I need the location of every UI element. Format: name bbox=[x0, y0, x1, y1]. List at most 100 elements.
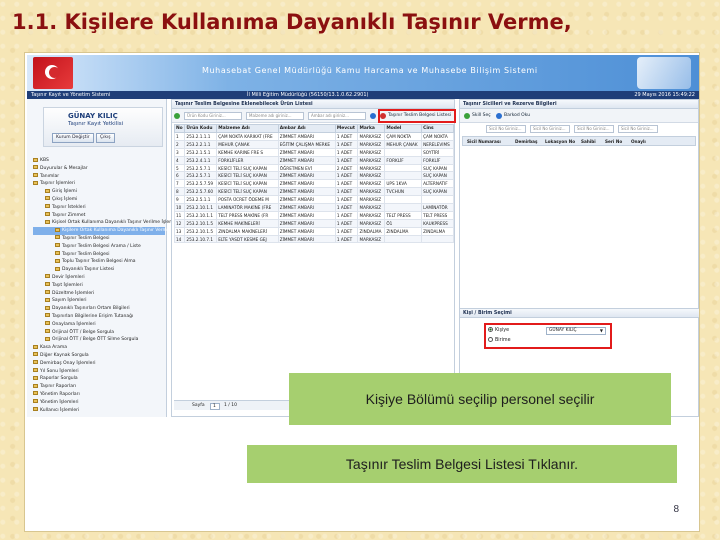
skill-select-button[interactable]: Skill Seç bbox=[464, 111, 491, 121]
tree-item[interactable]: Taşınır Zimmet bbox=[33, 212, 165, 220]
tree-item[interactable]: Kullanıcı İşlemleri bbox=[33, 407, 165, 415]
registry-filter-1[interactable]: Sicil No Giriniz... bbox=[486, 125, 526, 133]
tree-item[interactable]: Yönetim İşlemleri bbox=[33, 399, 165, 407]
table-cell: FORKLİF bbox=[384, 155, 423, 165]
column-header[interactable]: Ambar Adı bbox=[277, 124, 336, 133]
registry-filter-2[interactable]: Sicil No Giriniz... bbox=[530, 125, 570, 133]
column-header[interactable]: No bbox=[173, 124, 186, 133]
tree-item[interactable]: Dayanıklı Taşınırları Ortam Bilgileri bbox=[33, 305, 165, 313]
tree-item[interactable]: Tanımlar bbox=[33, 173, 165, 181]
table-cell: 1 ADET bbox=[334, 155, 359, 165]
tree-item[interactable]: Kişisel Ortak Kullanıma Dayanıklı Taşını… bbox=[33, 219, 181, 227]
tree-item[interactable]: Onaylama İşlemleri bbox=[33, 321, 165, 329]
table-row[interactable]: 8 253.2.5.7.60 KESİCİ TELİ SUÇ KAPAN ZİMMET… bbox=[173, 187, 454, 197]
table-row[interactable]: 4 253.2.4.1.1 FORKLİFLER ZİMMET AMBARI 1 ADE… bbox=[173, 155, 454, 165]
table-cell bbox=[384, 147, 423, 157]
table-cell: LAMINATÖR MAKİNE (FRE bbox=[216, 203, 279, 212]
tree-item[interactable]: Dayanıklı Taşınır Listesi bbox=[33, 266, 165, 274]
table-cell: ÇAM NOKTA bbox=[421, 132, 454, 141]
delivery-document-list-button[interactable]: Taşınır Teslim Belgesi Listesi bbox=[378, 109, 456, 123]
logout-button[interactable]: Çıkış bbox=[96, 133, 115, 143]
table-row[interactable]: 11 253.2.10.1.1 TELT PRESS MAKİNE (FR ZİMME… bbox=[173, 210, 454, 220]
material-name-input[interactable]: Malzeme adı giriniz... bbox=[246, 112, 304, 120]
table-cell: ZİMMET AMBARI bbox=[277, 132, 336, 141]
person-combo[interactable]: GÜNAY KILIÇ ▼ bbox=[546, 327, 606, 335]
tree-item-label: Raporlar Sorgula bbox=[40, 376, 78, 382]
tree-item[interactable]: Taşınır Raporları bbox=[33, 383, 165, 391]
column-header[interactable]: Cins bbox=[421, 124, 454, 133]
tree-item[interactable]: Diğer Kaynak Sorgula bbox=[33, 352, 165, 360]
pager-page-input[interactable]: 1 bbox=[210, 402, 220, 410]
column-header[interactable]: Model bbox=[384, 124, 423, 133]
registry-filter-4[interactable]: Sicil No Giriniz... bbox=[618, 125, 658, 133]
table-cell: 1 ADET bbox=[334, 234, 359, 244]
registry-pane: Taşınır Sicilleri ve Rezerve Bilgileri S… bbox=[459, 99, 699, 417]
tree-item[interactable]: Yönetim Raporları bbox=[33, 391, 165, 399]
barcode-read-button[interactable]: Barkod Oku bbox=[496, 111, 530, 121]
table-row[interactable]: 5 253.2.5.7.1 KESİCİ TELİ SUÇ KAPAN ÖĞRETME… bbox=[173, 163, 454, 173]
tree-item[interactable]: Toplu Taşınır Teslim Belgesi Alma bbox=[33, 258, 165, 266]
tree-item[interactable]: Duyurular & Mesajlar bbox=[33, 165, 165, 173]
table-cell: 253.2.5.7.1 bbox=[184, 163, 218, 173]
registry-filter-3[interactable]: Sicil No Giriniz... bbox=[574, 125, 614, 133]
table-cell: MARKASIZ bbox=[357, 171, 386, 181]
folder-icon bbox=[55, 227, 60, 232]
radio-off-icon bbox=[488, 337, 493, 342]
tree-item[interactable]: Orijinal ÖTT / Belge Sorgula bbox=[33, 329, 165, 337]
tree-item[interactable]: Sayım İşlemleri bbox=[33, 297, 165, 305]
tree-item[interactable]: Taşınır Teslim Belgesi Arama / Liste bbox=[33, 243, 165, 251]
tree-item[interactable]: Taşınır Teslim Belgesi bbox=[33, 235, 165, 243]
table-row[interactable]: 9 253.2.5.1.1 POSTA ÜCRET ÖDEME M ZİMMET AM… bbox=[173, 195, 454, 205]
table-row[interactable]: 14 253.2.10.7.1 ELTE YASDT KESME GEJ ZİMMET… bbox=[173, 234, 454, 244]
tree-item[interactable]: Devir İşlemleri bbox=[33, 274, 165, 282]
product-code-input[interactable]: Ürün Kodu Giriniz... bbox=[184, 112, 242, 120]
tree-item[interactable]: Taşınırları Bilgilerine Erişim Tutanağı bbox=[33, 313, 165, 321]
tree-item[interactable]: Kasa Arama bbox=[33, 344, 165, 352]
table-row[interactable]: 10 253.2.10.1.1 LAMINATÖR MAKİNE (FRE ZİMME… bbox=[173, 203, 454, 212]
tree-item[interactable]: Taşınır İşlemleri bbox=[33, 180, 165, 188]
column-header[interactable]: Malzeme Adı bbox=[216, 124, 279, 133]
table-cell: 1 bbox=[173, 132, 186, 141]
table-row[interactable]: 3 253.2.1.5.1 KEMHE KARINE FRE S ZİMMET AMB… bbox=[173, 147, 454, 157]
table-cell: ZİMMET AMBARI bbox=[277, 147, 336, 157]
table-cell: 1 ADET bbox=[334, 187, 359, 197]
tree-item[interactable]: Düzeltme İşlemleri bbox=[33, 290, 165, 298]
search-icon[interactable] bbox=[370, 111, 378, 121]
folder-icon bbox=[45, 282, 50, 287]
tree-item[interactable]: Orijinal ÖTT / Belge ÖTT Silme Sorgula bbox=[33, 336, 165, 344]
tree-item-label: Devir İşlemleri bbox=[52, 274, 85, 280]
tree-item[interactable]: Giriş İşlemi bbox=[33, 188, 165, 196]
refresh-icon[interactable] bbox=[174, 111, 182, 121]
unit-radio[interactable]: Birime bbox=[488, 336, 511, 345]
table-cell: 253.2.5.7.59 bbox=[184, 179, 218, 189]
tree-item[interactable]: Demirbaş Onay İşlemleri bbox=[33, 360, 165, 368]
warehouse-name-input[interactable]: Ambar adı giriniz... bbox=[308, 112, 366, 120]
change-unit-button[interactable]: Kurum Değiştir bbox=[52, 133, 94, 143]
table-row[interactable]: 6 253.2.5.7.1 KESİCİ TELİ SUÇ KAPAN ZİMMET … bbox=[173, 171, 454, 181]
unit-name: İl Milli Eğitim Müdürlüğü (56150/13.1.0.… bbox=[247, 92, 369, 98]
table-cell: 10 bbox=[173, 203, 186, 212]
person-radio[interactable]: Kişiye bbox=[488, 326, 509, 335]
table-row[interactable]: 7 253.2.5.7.59 KESİCİ TELİ SUÇ KAPAN ZİMMET… bbox=[173, 179, 454, 189]
table-row[interactable]: 1 253.2.1.1.1 ÇAM NOKTA KARIKAT (FRE ZİMMET… bbox=[173, 132, 454, 141]
tree-item[interactable]: Raporlar Sorgula bbox=[33, 375, 165, 383]
column-header[interactable]: Ürün Kodu bbox=[184, 124, 218, 133]
person-unit-header: Kişi / Birim Seçimi bbox=[460, 309, 699, 318]
folder-icon bbox=[45, 188, 50, 193]
table-row[interactable]: 13 253.2.10.1.5 ZINDALMA MAKİNELERİ ZİMMET … bbox=[173, 226, 454, 236]
column-header[interactable]: Marka bbox=[357, 124, 386, 133]
tree-item-label: Taşınır Teslim Belgesi bbox=[62, 251, 110, 257]
tree-item[interactable]: Yıl Sonu İşlemleri bbox=[33, 368, 165, 376]
folder-icon bbox=[45, 329, 50, 334]
table-cell: 1 ADET bbox=[334, 203, 359, 212]
table-cell: 1 ADET bbox=[334, 210, 359, 220]
tree-item[interactable]: KBS bbox=[33, 157, 165, 165]
tree-item[interactable]: Çıkış İşlemi bbox=[33, 196, 165, 204]
column-header[interactable]: Mevcut bbox=[334, 124, 359, 133]
tree-item[interactable]: Taşınır İstekleri bbox=[33, 204, 165, 212]
tree-item[interactable]: Taşıt İşlemleri bbox=[33, 282, 165, 290]
table-row[interactable]: 12 253.2.10.1.5 KEMHE MAKİNELERİ ZİMMET AMB… bbox=[173, 218, 454, 228]
tree-item[interactable]: Taşınır Teslim Belgesi bbox=[33, 251, 165, 259]
table-row[interactable]: 2 253.2.2.1.1 MEHUR ÇANAK EĞİTİM ÇALIŞMA ME… bbox=[173, 139, 454, 149]
tree-item[interactable]: Kişilere Ortak Kullanıma Dayanıklı Taşın… bbox=[33, 227, 170, 235]
